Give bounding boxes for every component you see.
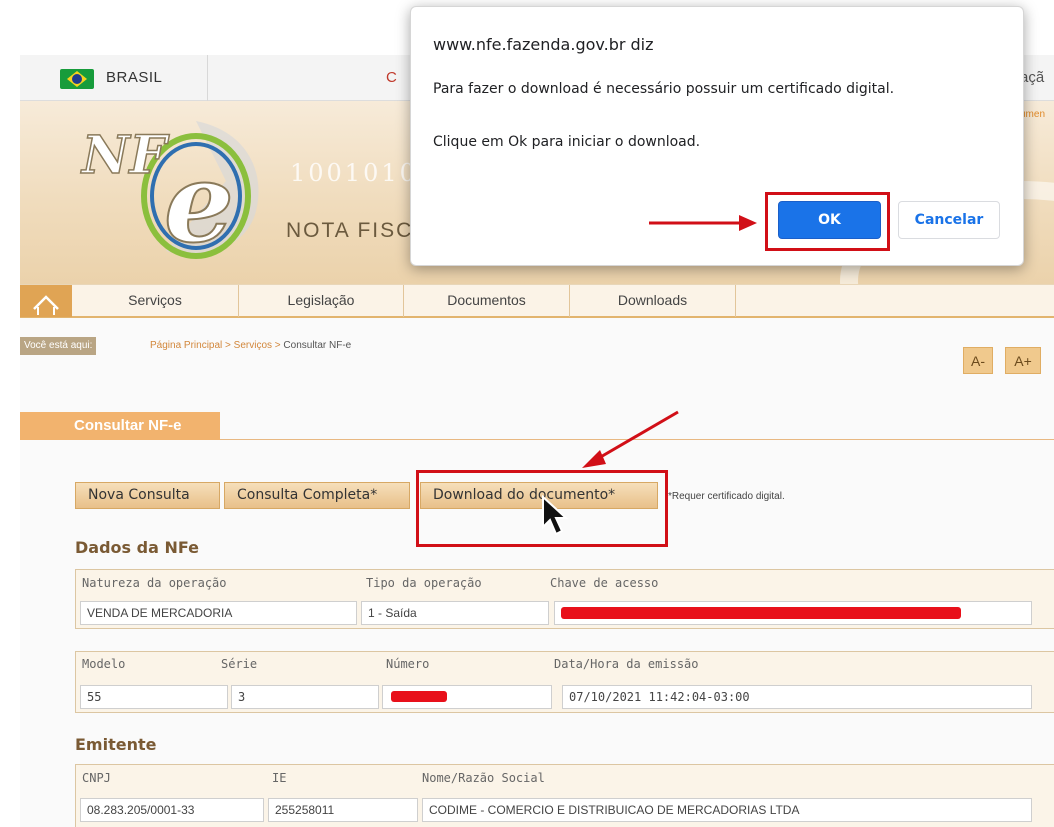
field-label-operation-type: Tipo da operação: [366, 576, 482, 590]
breadcrumb: Página Principal > Serviços > Consultar …: [150, 340, 351, 351]
main-menu: Serviços Legislação Documentos Downloads: [20, 284, 1054, 318]
field-value-series: 3: [231, 685, 379, 709]
home-button[interactable]: [20, 285, 72, 317]
menu-item-servicos[interactable]: Serviços: [72, 285, 239, 317]
field-value-ie: 255258011: [268, 798, 418, 822]
brazil-flag-icon: [60, 69, 94, 89]
menu-item-legislacao[interactable]: Legislação: [239, 285, 404, 317]
breadcrumb-tag: Você está aqui:: [20, 337, 97, 355]
download-arrow-icon: [582, 410, 679, 468]
mouse-cursor-icon: [542, 495, 569, 536]
field-label-nature: Natureza da operação: [82, 576, 227, 590]
field-label-ie: IE: [272, 771, 287, 785]
breadcrumb-current: Consultar NF-e: [283, 340, 352, 351]
access-key-redaction: [561, 607, 961, 619]
nfe-logo-text: NF: [80, 125, 170, 186]
field-value-number: [382, 685, 552, 709]
nfe-logo-e: e: [164, 138, 234, 261]
field-label-series: Série: [221, 657, 258, 671]
emitter-title: Emitente: [75, 735, 157, 754]
field-value-company-name: CODIME - COMERCIO E DISTRIBUICAO DE MERC…: [422, 798, 1032, 822]
brasil-label: BRASIL: [106, 69, 163, 86]
dialog-message-2: Clique em Ok para iniciar o download.: [433, 134, 701, 150]
dialog-cancel-button[interactable]: Cancelar: [898, 201, 1000, 239]
ok-button-highlight: [765, 192, 890, 251]
field-label-access-key: Chave de acesso: [550, 576, 659, 590]
dialog-message: Para fazer o download é necessário possu…: [433, 81, 895, 97]
field-label-cnpj: CNPJ: [82, 771, 111, 785]
ok-arrow-icon: [649, 215, 757, 231]
full-query-button[interactable]: Consulta Completa*: [224, 482, 410, 509]
field-value-model: 55: [80, 685, 228, 709]
gov-bar-link-clipped[interactable]: C: [386, 69, 397, 86]
banner-tagline: NOTA FISCA: [286, 219, 430, 242]
number-redaction: [391, 691, 447, 702]
menu-item-documentos[interactable]: Documentos: [404, 285, 570, 317]
breadcrumb-path[interactable]: Página Principal > Serviços >: [150, 340, 283, 351]
field-label-issue-date: Data/Hora da emissão: [554, 657, 699, 671]
field-value-operation-type: 1 - Saída: [361, 601, 549, 625]
font-decrease-button[interactable]: A-: [963, 347, 993, 374]
home-icon: [33, 295, 59, 315]
browser-viewport: BRASIL C açã 1001010 10001 NF e NOTA FIS…: [0, 0, 1054, 827]
field-value-issue-date: 07/10/2021 11:42:04-03:00: [562, 685, 1032, 709]
dialog-origin: www.nfe.fazenda.gov.br diz: [433, 35, 654, 54]
font-increase-button[interactable]: A+: [1005, 347, 1041, 374]
new-query-button[interactable]: Nova Consulta: [75, 482, 220, 509]
field-value-access-key: [554, 601, 1032, 625]
brasil-link[interactable]: BRASIL: [20, 55, 208, 101]
page-title: Consultar NF-e: [20, 412, 220, 440]
field-value-cnpj: 08.283.205/0001-33: [80, 798, 264, 822]
banner-binary-decoration: 1001010: [290, 159, 418, 187]
menu-item-downloads[interactable]: Downloads: [570, 285, 736, 317]
nfe-data-row-1: Natureza da operação Tipo da operação Ch…: [75, 569, 1054, 629]
field-value-nature: VENDA DE MERCADORIA: [80, 601, 357, 625]
certificate-requirement-note: *Requer certificado digital.: [668, 491, 785, 502]
nfe-data-row-2: Modelo Série Número Data/Hora da emissão…: [75, 651, 1054, 713]
emitter-row: CNPJ IE Nome/Razão Social 08.283.205/000…: [75, 764, 1054, 827]
field-label-number: Número: [386, 657, 430, 671]
nfe-data-title: Dados da NFe: [75, 538, 199, 557]
nfe-logo-icon[interactable]: NF e: [76, 111, 276, 261]
field-label-model: Modelo: [82, 657, 126, 671]
field-label-company-name: Nome/Razão Social: [422, 771, 545, 785]
